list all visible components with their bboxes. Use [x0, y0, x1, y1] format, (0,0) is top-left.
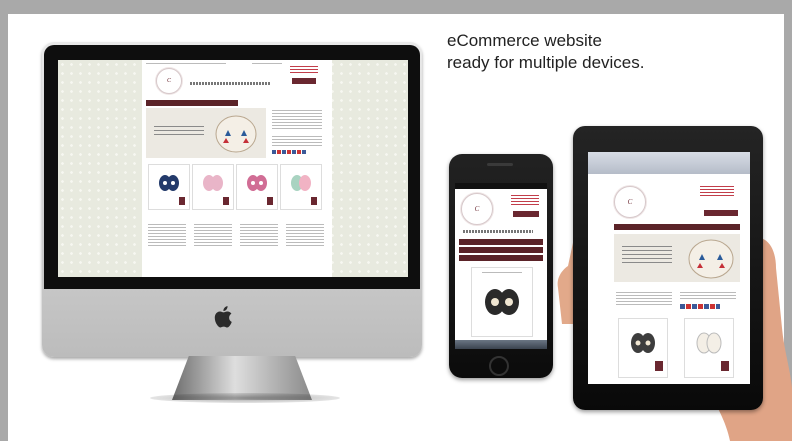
home-button[interactable]	[489, 356, 509, 376]
social-icons[interactable]	[680, 304, 720, 309]
tablet-nav[interactable]	[614, 224, 740, 230]
product-card[interactable]	[192, 164, 234, 210]
mobile-nav-3[interactable]	[459, 255, 543, 261]
shoe-image	[159, 175, 179, 191]
product-card[interactable]	[280, 164, 322, 210]
hero-shoe-image	[688, 239, 734, 279]
shoe-image	[203, 175, 223, 191]
status-bar	[455, 183, 547, 189]
product-card[interactable]	[236, 164, 278, 210]
hero-banner	[614, 234, 740, 282]
basket-button[interactable]	[292, 78, 316, 84]
site-logo: C	[614, 186, 646, 218]
headline-line-2: ready for multiple devices.	[447, 53, 645, 72]
headline: eCommerce website ready for multiple dev…	[447, 30, 644, 74]
site-logo: C	[461, 193, 493, 225]
basket-button[interactable]	[513, 211, 539, 217]
product-card[interactable]	[618, 318, 668, 378]
shoe-image	[485, 289, 519, 315]
shoe-image	[631, 333, 655, 353]
site-logo: C	[156, 68, 182, 94]
hero-shoe-image	[215, 115, 257, 153]
desktop-site: C	[142, 60, 332, 277]
hero-banner	[146, 108, 266, 158]
mobile-browser-toolbar	[455, 340, 547, 349]
imac-screen: C	[58, 60, 408, 277]
iphone-screen: C	[455, 183, 547, 349]
social-icons[interactable]	[272, 150, 306, 154]
product-card[interactable]	[684, 318, 734, 378]
shoe-image	[696, 332, 722, 354]
ipad-screen: C	[588, 152, 750, 384]
shoe-image	[247, 175, 267, 191]
basket-button[interactable]	[704, 210, 738, 216]
product-card[interactable]	[471, 267, 533, 337]
tablet-browser-bar	[588, 152, 750, 174]
apple-logo-icon	[214, 306, 232, 328]
shoe-image	[291, 175, 311, 191]
product-card[interactable]	[148, 164, 190, 210]
desktop-nav	[146, 100, 238, 106]
headline-line-1: eCommerce website	[447, 31, 602, 50]
mobile-nav-1[interactable]	[459, 239, 543, 245]
mobile-nav-2[interactable]	[459, 247, 543, 253]
